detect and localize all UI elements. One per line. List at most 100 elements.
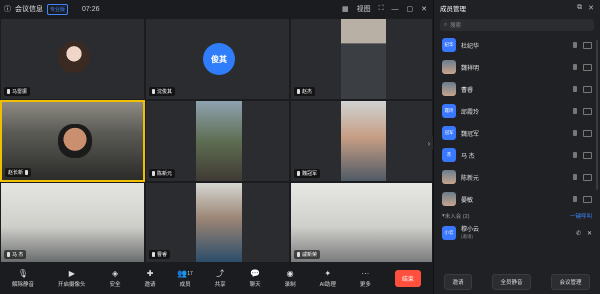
video-feed	[196, 183, 242, 262]
meeting-toolbar: 🎙 解除静音 ▶ 开启摄像头 ◈ 安全 ✚ 邀请 👥 17 成员 ⤴ 共享 💬 聊天 ◉ 录制 ✦…	[0, 263, 433, 294]
invite-button[interactable]: 邀请	[444, 274, 472, 290]
phone-icon[interactable]: ✆	[576, 230, 581, 237]
avatar	[442, 170, 456, 184]
call-all-link[interactable]: 一键呼叫	[570, 212, 592, 220]
camera-off-icon[interactable]	[583, 151, 592, 159]
popout-icon[interactable]: ⧉	[577, 4, 582, 12]
panel-footer: 邀请 全员静音 会议管理	[434, 274, 600, 290]
next-page-button[interactable]: ›	[425, 136, 433, 150]
camera-off-icon[interactable]	[583, 107, 592, 115]
video-tile[interactable]: 马雷振	[0, 18, 145, 100]
view-button[interactable]: 视图	[357, 4, 371, 14]
mic-off-icon[interactable]	[573, 41, 577, 48]
members-icon: 👥 17	[177, 269, 193, 278]
meeting-info-label[interactable]: 会议信息	[15, 4, 43, 14]
mic-icon	[297, 252, 300, 257]
info-icon[interactable]: ⓘ	[4, 4, 11, 14]
security-button[interactable]: ◈ 安全	[110, 269, 121, 288]
participant-name: 马雷振	[4, 87, 31, 96]
ai-assistant-button[interactable]: ✦ AI助理	[320, 269, 336, 288]
member-row[interactable]: 陈新元	[434, 166, 600, 188]
mic-off-icon[interactable]	[573, 107, 577, 114]
camera-off-icon[interactable]	[583, 63, 592, 71]
video-tile[interactable]: 俊其 沈俊其	[145, 18, 290, 100]
panel-header: 成员管理 ⧉ ✕	[434, 0, 600, 16]
meeting-manage-button[interactable]: 会议管理	[551, 274, 590, 290]
title-bar: ⓘ 会议信息 专业版 07:26 ▦ 视图 ⛶ — ▢ ✕	[0, 0, 433, 18]
member-row[interactable]: 魏祥明	[434, 56, 600, 78]
camera-off-icon[interactable]	[583, 41, 592, 49]
member-row[interactable]: 晏敏	[434, 188, 600, 210]
not-joined-section[interactable]: ▾ 未入会 (2) 一键呼叫	[434, 210, 600, 222]
member-row[interactable]: 冠军 魏冠军	[434, 122, 600, 144]
video-tile[interactable]: 戚新荣	[290, 182, 433, 263]
mic-off-icon: 🎙	[17, 269, 29, 278]
scrollbar[interactable]	[596, 40, 598, 190]
mic-off-icon[interactable]	[573, 63, 577, 70]
start-video-button[interactable]: ▶ 开启摄像头	[58, 269, 86, 288]
avatar: 霞玲	[442, 104, 456, 118]
maximize-icon[interactable]: ▢	[407, 5, 414, 13]
participant-name: 戚新荣	[294, 250, 321, 259]
video-tile[interactable]: 曹睿	[145, 182, 290, 263]
camera-off-icon[interactable]	[583, 195, 592, 203]
avatar	[58, 41, 90, 73]
search-placeholder: 搜索	[450, 23, 462, 29]
video-tile[interactable]: 魏冠军	[290, 100, 433, 182]
video-tile[interactable]: 赵杰	[290, 18, 433, 100]
shield-icon: ◈	[111, 269, 119, 278]
search-icon: ⌕	[444, 21, 448, 28]
video-tile[interactable]: 陈新元	[145, 100, 290, 182]
panel-title: 成员管理	[440, 6, 466, 13]
chat-button[interactable]: 💬 聊天	[250, 269, 261, 288]
more-button[interactable]: ··· 更多	[360, 269, 371, 288]
close-icon[interactable]: ✕	[421, 5, 427, 13]
mic-icon	[152, 171, 155, 176]
video-feed	[341, 101, 386, 181]
record-button[interactable]: ◉ 录制	[285, 269, 296, 288]
video-feed	[341, 19, 386, 99]
minimize-icon[interactable]: —	[392, 6, 399, 13]
mute-all-button[interactable]: 全员静音	[492, 274, 531, 290]
member-row[interactable]: 曹睿	[434, 78, 600, 100]
end-meeting-button[interactable]: 结束	[394, 270, 421, 287]
invite-button[interactable]: ✚ 邀请	[145, 269, 156, 288]
fullscreen-icon[interactable]: ⛶	[379, 5, 384, 13]
mic-off-icon[interactable]	[573, 151, 577, 158]
edition-badge: 专业版	[47, 3, 69, 15]
grid-icon[interactable]: ▦	[342, 5, 349, 13]
video-tile[interactable]: 马 杰	[0, 182, 145, 263]
record-icon: ◉	[286, 269, 294, 278]
participant-name: 陈新元	[149, 169, 176, 178]
member-row[interactable]: 纪华 杜纪华	[434, 34, 600, 56]
camera-off-icon[interactable]	[583, 173, 592, 181]
participant-name: 赵杰	[294, 87, 316, 96]
video-feed	[196, 101, 242, 181]
camera-off-icon[interactable]	[583, 129, 592, 137]
mic-icon	[7, 89, 10, 94]
mic-off-icon[interactable]	[573, 173, 577, 180]
pending-member-row[interactable]: 小云 穆小云 (邀请) ✆ ✕	[434, 222, 600, 244]
person-face	[58, 124, 92, 158]
member-row[interactable]: 杰马 杰	[434, 144, 600, 166]
close-panel-icon[interactable]: ✕	[588, 4, 594, 12]
video-tile-active-speaker[interactable]: 赵长新	[0, 100, 145, 182]
close-icon[interactable]: ✕	[587, 230, 592, 237]
member-search[interactable]: ⌕ 搜索	[440, 19, 594, 31]
avatar	[442, 60, 456, 74]
mic-off-icon[interactable]	[573, 129, 577, 136]
avatar: 纪华	[442, 38, 456, 52]
camera-off-icon: ▶	[68, 269, 75, 278]
avatar: 杰	[442, 148, 456, 162]
member-panel: 成员管理 ⧉ ✕ ⌕ 搜索 纪华 杜纪华 魏祥明 曹睿 霞玲 邱霞玲 冠军 魏冠军 杰…	[433, 0, 600, 294]
members-button[interactable]: 👥 17 成员	[177, 269, 193, 288]
more-icon: ···	[361, 269, 370, 278]
member-row[interactable]: 霞玲 邱霞玲	[434, 100, 600, 122]
avatar	[442, 192, 456, 206]
share-button[interactable]: ⤴ 共享	[215, 269, 226, 288]
mic-off-icon[interactable]	[573, 85, 577, 92]
camera-off-icon[interactable]	[583, 85, 592, 93]
unmute-button[interactable]: 🎙 解除静音	[12, 269, 34, 288]
mic-off-icon[interactable]	[573, 195, 577, 202]
share-icon: ⤴	[216, 269, 225, 278]
